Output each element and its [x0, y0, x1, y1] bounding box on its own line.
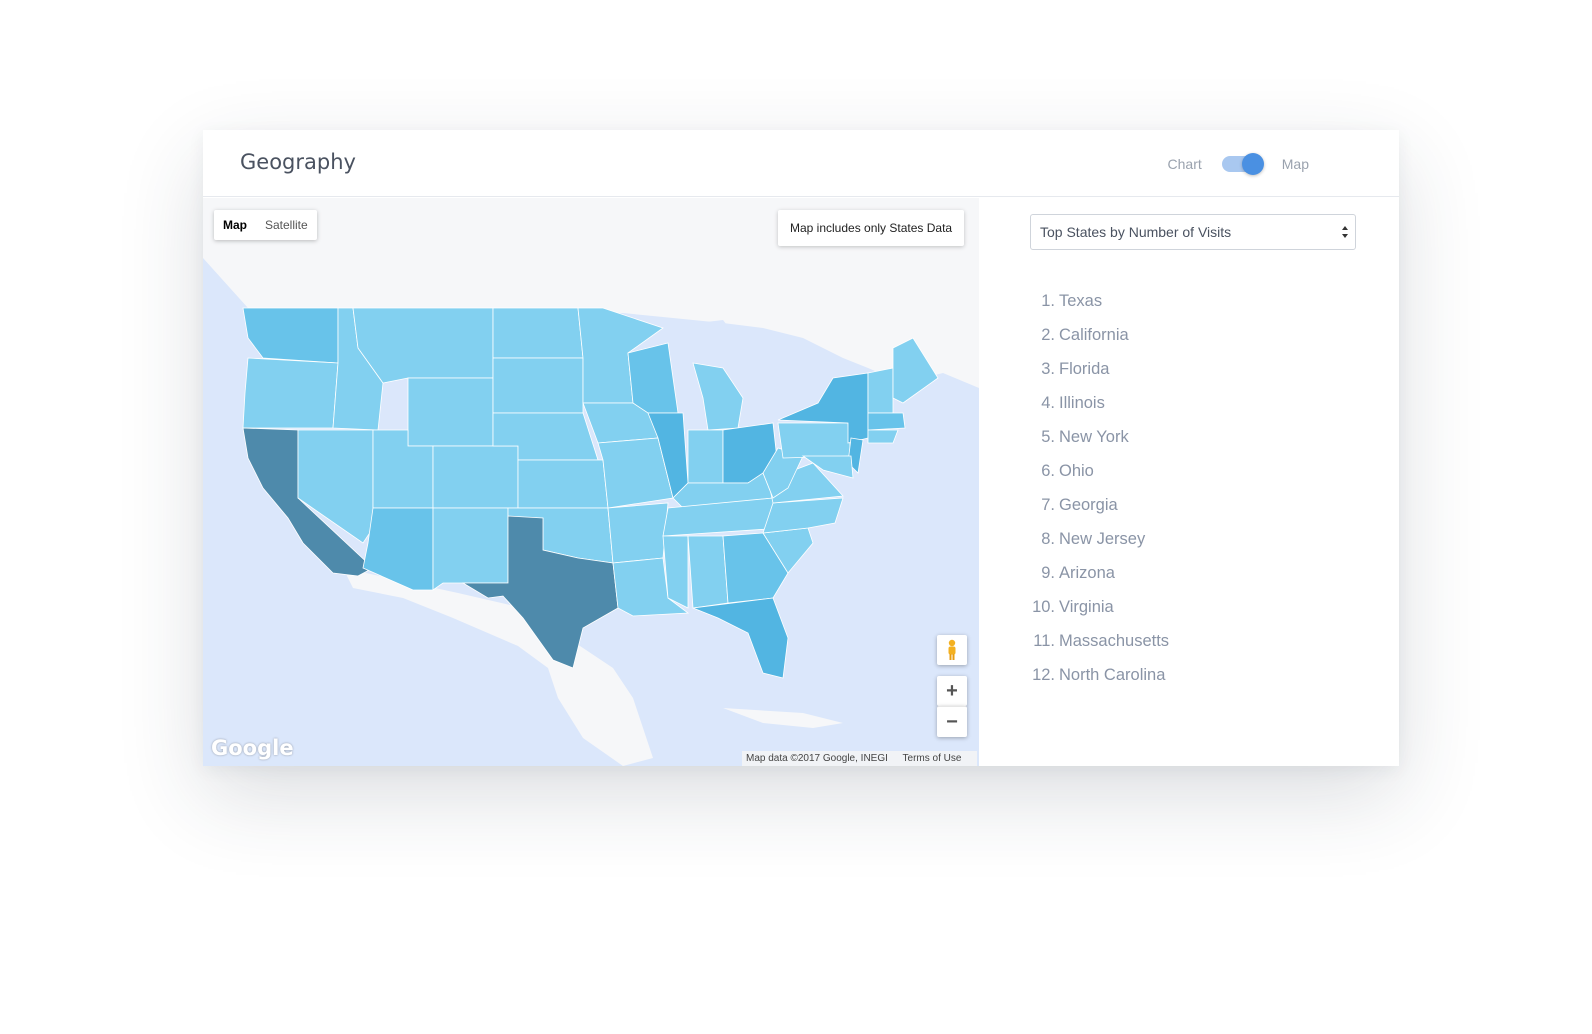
toggle-label-chart[interactable]: Chart: [1168, 156, 1202, 172]
list-item: 2. California: [1028, 325, 1169, 359]
rank-number: 4.: [1041, 394, 1055, 412]
state-north-carolina: [762, 497, 844, 534]
state-alabama: [687, 535, 729, 609]
list-item: 6. Ohio: [1028, 461, 1169, 495]
map-type-control: Map Satellite: [214, 210, 317, 240]
state-name: California: [1059, 326, 1129, 344]
state-wisconsin: [627, 342, 679, 414]
rank-number: 6.: [1041, 462, 1055, 480]
state-pennsylvania: [777, 422, 852, 459]
rank-number: 10.: [1032, 598, 1055, 616]
state-name: New Jersey: [1059, 530, 1146, 548]
state-vermont-nh: [867, 367, 894, 414]
metric-select-value: Top States by Number of Visits: [1040, 224, 1232, 240]
state-name: Florida: [1059, 360, 1110, 378]
ranking-sidebar: Top States by Number of Visits 1. Texas 2…: [979, 198, 1399, 766]
state-name: North Carolina: [1059, 666, 1166, 684]
rank-number: 3.: [1041, 360, 1055, 378]
rank-number: 2.: [1041, 326, 1055, 344]
list-item: 12. North Carolina: [1028, 665, 1169, 699]
list-item: 4. Illinois: [1028, 393, 1169, 427]
list-item: 7. Georgia: [1028, 495, 1169, 529]
geography-card: Geography Chart Map Map Satellite Map in…: [203, 130, 1399, 766]
state-arkansas: [607, 502, 669, 564]
lake-superior: [673, 320, 733, 338]
cuba-land: [723, 708, 843, 728]
list-item: 3. Florida: [1028, 359, 1169, 393]
map-panel[interactable]: Map Satellite Map includes only States D…: [203, 198, 979, 766]
state-oregon: [242, 357, 339, 429]
select-arrows-icon: [1342, 226, 1348, 238]
state-name: Virginia: [1059, 598, 1114, 616]
top-states-list: 1. Texas 2. California 3. Florida 4. Illinoi…: [1028, 291, 1169, 699]
terms-of-use-link[interactable]: Terms of Use: [903, 753, 962, 764]
state-indiana: [687, 429, 724, 484]
state-name: Texas: [1059, 292, 1103, 310]
rank-number: 7.: [1041, 496, 1055, 514]
state-south-dakota: [492, 357, 584, 414]
rank-number: 12.: [1032, 666, 1055, 684]
map-attribution: Map data ©2017 Google, INEGI Terms of Us…: [742, 751, 978, 766]
state-name: New York: [1059, 428, 1129, 446]
view-toggle-group: Chart Map: [1168, 152, 1309, 176]
state-name: Massachusetts: [1059, 632, 1170, 650]
us-choropleth-map[interactable]: [203, 198, 979, 766]
zoom-out-button[interactable]: −: [937, 706, 967, 737]
state-name: Illinois: [1059, 394, 1105, 412]
state-washington: [242, 307, 339, 364]
state-north-dakota: [492, 307, 584, 359]
state-connecticut-ri: [867, 429, 899, 444]
list-item: 9. Arizona: [1028, 563, 1169, 597]
state-name: Arizona: [1059, 564, 1115, 582]
card-header: Geography Chart Map: [203, 130, 1399, 197]
list-item: 11. Massachusetts: [1028, 631, 1169, 665]
list-item: 1. Texas: [1028, 291, 1169, 325]
street-view-pegman-icon[interactable]: [937, 635, 967, 665]
rank-number: 5.: [1041, 428, 1055, 446]
state-massachusetts: [867, 412, 906, 431]
state-kansas: [517, 459, 609, 509]
map-type-satellite-button[interactable]: Satellite: [256, 210, 317, 240]
page-title: Geography: [240, 150, 356, 174]
map-type-map-button[interactable]: Map: [214, 210, 256, 240]
state-michigan: [692, 362, 744, 431]
state-wyoming: [407, 377, 494, 447]
state-new-mexico: [432, 507, 509, 591]
rank-number: 8.: [1041, 530, 1055, 548]
list-item: 5. New York: [1028, 427, 1169, 461]
toggle-label-map[interactable]: Map: [1282, 156, 1309, 172]
state-name: Ohio: [1059, 462, 1094, 480]
rank-number: 1.: [1041, 292, 1055, 310]
state-florida: [692, 597, 789, 679]
states-data-note: Map includes only States Data: [778, 210, 965, 246]
map-data-credit: Map data ©2017 Google, INEGI: [746, 753, 888, 764]
toggle-knob[interactable]: [1241, 153, 1264, 175]
state-colorado: [432, 445, 519, 509]
zoom-in-button[interactable]: +: [937, 676, 967, 706]
list-item: 8. New Jersey: [1028, 529, 1169, 563]
state-name: Georgia: [1059, 496, 1118, 514]
rank-number: 9.: [1041, 564, 1055, 582]
google-logo[interactable]: Google: [211, 736, 294, 760]
rank-number: 11.: [1033, 632, 1055, 650]
chart-map-toggle[interactable]: [1221, 153, 1264, 175]
list-item: 10. Virginia: [1028, 597, 1169, 631]
metric-select[interactable]: Top States by Number of Visits: [1030, 214, 1356, 250]
